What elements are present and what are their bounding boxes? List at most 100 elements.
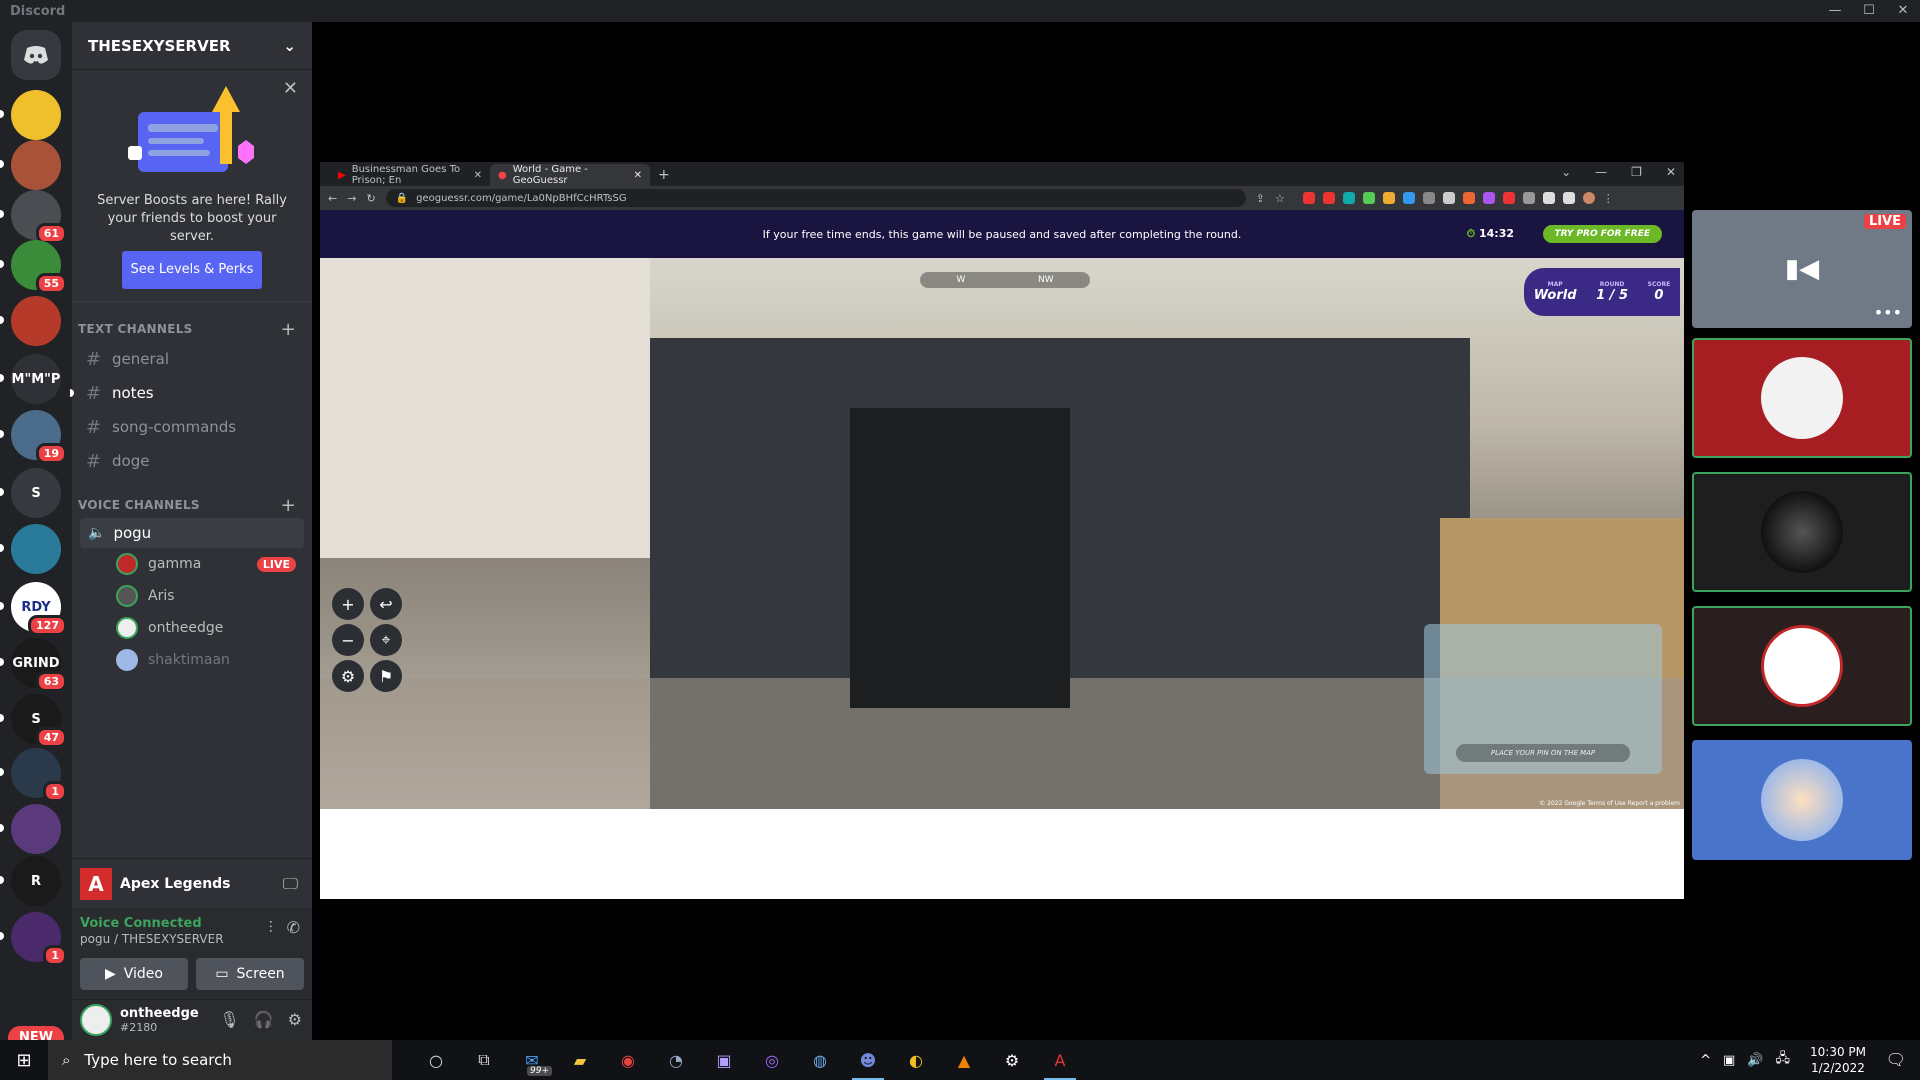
voice-user-gamma[interactable]: gamma LIVE xyxy=(72,548,312,580)
restore-icon[interactable]: ❐ xyxy=(1631,165,1642,179)
extension-icon[interactable] xyxy=(1502,192,1515,204)
qbittorrent-icon[interactable]: ◍ xyxy=(796,1040,844,1080)
settings-icon[interactable]: ⚙ xyxy=(988,1040,1036,1080)
extension-icon[interactable] xyxy=(1402,192,1415,204)
server-icon[interactable] xyxy=(0,296,61,346)
reading-list-icon[interactable] xyxy=(1562,192,1575,204)
extension-icon[interactable] xyxy=(1442,192,1455,204)
puzzle-icon[interactable] xyxy=(1542,192,1555,204)
voice-user-Aris[interactable]: Aris xyxy=(72,580,312,612)
extension-icon[interactable] xyxy=(1362,192,1375,204)
volume-icon[interactable]: 🔊 xyxy=(1747,1053,1763,1068)
server-icon[interactable] xyxy=(0,90,61,140)
taskbar-search[interactable]: ⌕ Type here to search xyxy=(48,1040,392,1080)
server-icon[interactable]: 55 xyxy=(0,240,67,294)
noise-suppression-icon[interactable]: ⫶ xyxy=(269,918,273,938)
close-icon[interactable]: ✕ xyxy=(1666,165,1676,179)
address-bar[interactable]: 🔒 geoguessr.com/game/La0NpBHfCcHRTsSG xyxy=(385,189,1246,207)
minimize-icon[interactable]: — xyxy=(1595,165,1607,179)
video-button[interactable]: ▶ Video xyxy=(80,958,188,990)
more-options-icon[interactable]: ••• xyxy=(1874,303,1902,322)
server-icon[interactable] xyxy=(0,140,61,190)
zoom-in-button[interactable]: + xyxy=(332,588,364,620)
reload-icon[interactable]: ↻ xyxy=(366,192,375,205)
kebab-menu-icon[interactable]: ⋮ xyxy=(1603,192,1614,205)
browser-tab-geoguessr[interactable]: ● World - Game - GeoGuessr ✕ xyxy=(490,164,650,186)
camera-icon[interactable]: ▣ xyxy=(1723,1053,1735,1068)
new-tab-icon[interactable]: + xyxy=(658,167,670,183)
compass[interactable]: W NW xyxy=(920,272,1090,288)
windows-start-icon[interactable]: ⊞ xyxy=(0,1050,48,1071)
mail-icon[interactable]: ✉ 99+ xyxy=(508,1040,556,1080)
server-icon[interactable]: GRIND 63 xyxy=(0,638,67,692)
notification-icon[interactable]: 🗨 xyxy=(1886,1050,1906,1069)
maximize-button[interactable]: ☐ xyxy=(1852,0,1886,22)
street-view[interactable]: W NW MAP World ROUND 1 / 5 SCORE 0 + ↩ − ⌖ … xyxy=(320,258,1684,809)
disconnect-icon[interactable]: ✆ xyxy=(287,918,300,938)
task-view-icon[interactable]: ⧉ xyxy=(460,1040,508,1080)
close-button[interactable]: ✕ xyxy=(1886,0,1920,22)
place-pin-button[interactable]: PLACE YOUR PIN ON THE MAP xyxy=(1456,744,1630,762)
extension-icon[interactable] xyxy=(1422,192,1435,204)
discord-taskbar-icon[interactable]: ☻ xyxy=(844,1040,892,1080)
vlc-icon[interactable]: ▲ xyxy=(940,1040,988,1080)
guess-minimap[interactable]: PLACE YOUR PIN ON THE MAP xyxy=(1424,624,1662,774)
server-header[interactable]: THESEXYSERVER ⌄ xyxy=(72,22,312,70)
voice-user-shaktimaan[interactable]: shaktimaan xyxy=(72,644,312,676)
chrome-icon[interactable]: ◉ xyxy=(604,1040,652,1080)
see-levels-button[interactable]: See Levels & Perks xyxy=(122,251,262,289)
close-icon[interactable]: ✕ xyxy=(283,78,298,99)
channel-song-commands[interactable]: # song-commands xyxy=(72,410,312,444)
premiere-icon[interactable]: ▣ xyxy=(700,1040,748,1080)
close-tab-icon[interactable]: ✕ xyxy=(634,170,642,181)
settings-button[interactable]: ⚙ xyxy=(332,660,364,692)
steam-icon[interactable]: ◔ xyxy=(652,1040,700,1080)
channel-general[interactable]: # general xyxy=(72,342,312,376)
voice-connected-status[interactable]: Voice Connected xyxy=(80,916,202,931)
extension-icon[interactable] xyxy=(1382,192,1395,204)
server-icon[interactable]: RDY 127 xyxy=(0,582,67,636)
back-icon[interactable]: ← xyxy=(328,192,337,205)
server-icon[interactable] xyxy=(0,804,61,854)
server-icon[interactable]: R xyxy=(0,856,61,906)
screen-button[interactable]: ▭ Screen xyxy=(196,958,304,990)
server-icon[interactable]: S 47 xyxy=(0,694,67,748)
star-icon[interactable]: ☆ xyxy=(1275,192,1285,205)
chevron-down-icon[interactable]: ⌄ xyxy=(1561,165,1571,179)
network-icon[interactable]: 🖧 xyxy=(1776,1049,1791,1071)
extension-icon[interactable] xyxy=(1302,192,1315,204)
add-voice-channel-icon[interactable]: + xyxy=(281,495,296,516)
text-channels-category[interactable]: TEXT CHANNELS + xyxy=(72,316,312,342)
voice-channel-pogu[interactable]: 🔈 pogu xyxy=(80,518,304,548)
stream-preview-tile[interactable]: LIVE ▮◀ ••• xyxy=(1692,210,1912,328)
close-tab-icon[interactable]: ✕ xyxy=(474,170,482,181)
chevron-up-icon[interactable]: ^ xyxy=(1700,1053,1711,1068)
cortana-icon[interactable]: ○ xyxy=(412,1040,460,1080)
extension-icon[interactable] xyxy=(1342,192,1355,204)
zoom-out-button[interactable]: − xyxy=(332,624,364,656)
voice-user-ontheedge[interactable]: ontheedge xyxy=(72,612,312,644)
server-icon[interactable]: S xyxy=(0,468,61,518)
participant-tile[interactable] xyxy=(1692,740,1912,860)
participant-tile[interactable] xyxy=(1692,606,1912,726)
microphone-icon[interactable]: 🎙 xyxy=(219,1010,239,1029)
share-icon[interactable]: ⇪ xyxy=(1256,192,1265,205)
server-icon[interactable]: 1 xyxy=(0,748,67,802)
extension-icon[interactable] xyxy=(1462,192,1475,204)
flag-button[interactable]: ⚑ xyxy=(370,660,402,692)
add-channel-icon[interactable]: + xyxy=(281,319,296,340)
discord-home-button[interactable] xyxy=(11,30,61,80)
server-icon[interactable] xyxy=(0,524,61,574)
extension-icon[interactable] xyxy=(1322,192,1335,204)
participant-tile[interactable] xyxy=(1692,338,1912,458)
extension-icon[interactable] xyxy=(1522,192,1535,204)
file-explorer-icon[interactable]: ▰ xyxy=(556,1040,604,1080)
screen-share-icon[interactable]: 🖵 xyxy=(283,874,298,894)
server-icon[interactable]: 61 xyxy=(0,190,67,244)
browser-tab-youtube[interactable]: ▶ Businessman Goes To Prison; En ✕ xyxy=(330,164,490,186)
channel-notes[interactable]: # notes xyxy=(70,376,312,410)
podcast-icon[interactable]: ◎ xyxy=(748,1040,796,1080)
server-icon[interactable]: 19 xyxy=(0,410,67,464)
channel-doge[interactable]: # doge xyxy=(72,444,312,478)
app-icon[interactable]: ◐ xyxy=(892,1040,940,1080)
